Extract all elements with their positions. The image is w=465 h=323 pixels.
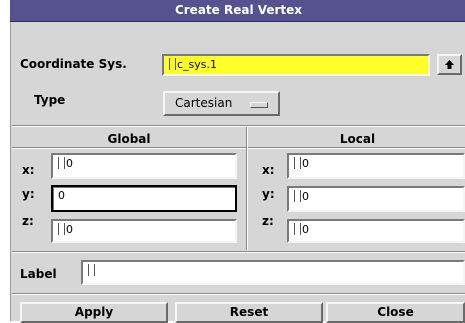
local-y-input[interactable]: 0 [287,186,465,212]
type-selected-value: Cartesian [175,96,233,110]
divider [12,125,465,127]
global-y-value: 0 [58,189,65,202]
global-x-input[interactable]: 0 [51,153,237,179]
global-x-label: x: [22,163,35,177]
option-menu-indicator-icon [250,102,268,108]
global-z-label: z: [22,214,34,228]
global-z-value: 0 [66,223,73,236]
label-field-label: Label [20,267,57,281]
text-cursor-icon [294,223,301,235]
local-x-input[interactable]: 0 [287,153,465,179]
coordinate-sys-label: Coordinate Sys. [20,57,127,71]
arrow-up-icon [445,60,454,69]
global-x-value: 0 [66,157,73,170]
create-real-vertex-dialog: Create Real Vertex Coordinate Sys. c_sys… [8,0,465,323]
label-input[interactable] [81,260,465,285]
text-cursor-icon [169,58,176,70]
global-z-input[interactable]: 0 [51,219,237,243]
dialog-title: Create Real Vertex [10,0,465,22]
coordinate-sys-input[interactable]: c_sys.1 [162,54,430,76]
divider [12,147,465,149]
local-y-value: 0 [302,190,309,203]
close-button[interactable]: Close [326,302,465,323]
panel-divider [246,127,248,250]
local-z-input[interactable]: 0 [287,219,465,243]
text-cursor-icon [58,223,65,235]
local-x-label: x: [262,163,275,177]
local-x-value: 0 [302,157,309,170]
global-y-input[interactable]: 0 [51,185,237,212]
global-header: Global [107,132,151,146]
divider [12,251,465,253]
divider [12,293,465,295]
text-cursor-icon [58,157,65,169]
coordinate-sys-value: c_sys.1 [177,58,218,71]
global-y-label: y: [22,187,35,201]
type-label: Type [34,93,66,107]
local-y-label: y: [262,187,275,201]
coordinate-sys-select-button[interactable] [437,54,462,75]
text-cursor-icon [294,157,301,169]
local-z-label: z: [262,214,274,228]
text-cursor-icon [88,264,95,276]
type-option-menu[interactable]: Cartesian [163,91,280,116]
reset-button[interactable]: Reset [175,302,323,323]
apply-button[interactable]: Apply [20,302,168,323]
text-cursor-icon [294,190,301,202]
local-header: Local [339,132,376,146]
local-z-value: 0 [302,223,309,236]
